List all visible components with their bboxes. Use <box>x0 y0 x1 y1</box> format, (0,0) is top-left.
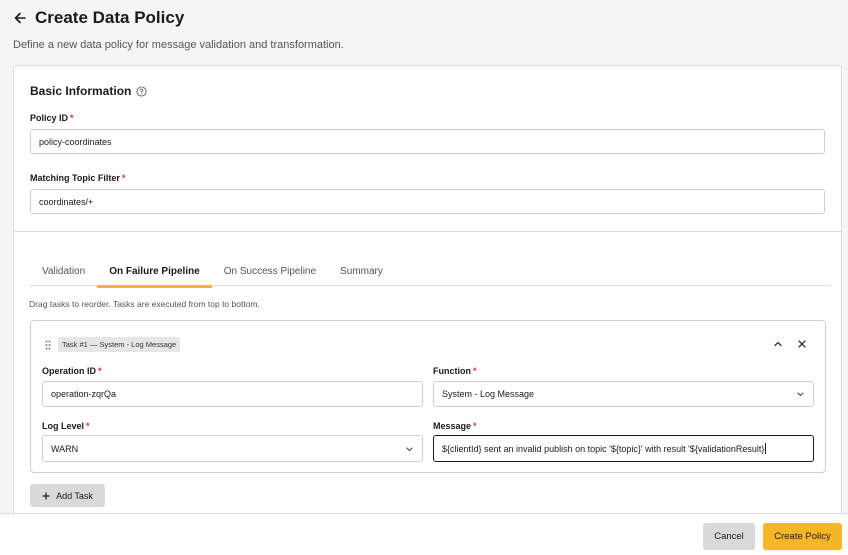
tab-summary[interactable]: Summary <box>328 257 395 286</box>
operation-id-label: Operation ID * <box>42 366 102 376</box>
function-label: Function * <box>433 366 477 376</box>
operation-id-input[interactable]: operation-zqrQa <box>42 381 423 407</box>
topic-filter-label: Matching Topic Filter * <box>30 173 126 183</box>
chevron-up-icon[interactable] <box>771 337 785 351</box>
log-level-label: Log Level * <box>42 421 90 431</box>
page-title: Create Data Policy <box>35 8 185 27</box>
drag-handle-icon[interactable] <box>45 340 51 350</box>
tab-on-success-pipeline[interactable]: On Success Pipeline <box>212 257 328 286</box>
policy-id-label: Policy ID * <box>30 113 74 123</box>
close-icon[interactable] <box>795 337 809 351</box>
function-select[interactable]: System - Log Message <box>433 381 814 407</box>
cancel-button[interactable]: Cancel <box>703 523 755 550</box>
log-level-select[interactable]: WARN <box>42 435 423 462</box>
arrow-left-icon[interactable] <box>13 10 29 26</box>
chevron-down-icon <box>796 390 805 399</box>
help-circle-icon[interactable] <box>136 85 147 97</box>
section-divider <box>14 231 841 232</box>
create-policy-button[interactable]: Create Policy <box>763 523 842 550</box>
plus-icon <box>42 491 50 500</box>
chevron-down-icon <box>405 444 414 453</box>
tab-on-failure-pipeline[interactable]: On Failure Pipeline <box>97 257 212 288</box>
section-title: Basic Information <box>30 84 132 98</box>
task-tag: Task #1 — System - Log Message <box>58 337 181 352</box>
task-card: Task #1 — System - Log Message Operation… <box>30 320 826 473</box>
page-subtitle: Define a new data policy for message val… <box>13 39 344 51</box>
tab-validation[interactable]: Validation <box>30 257 97 286</box>
add-task-label: Add Task <box>56 490 93 501</box>
message-input[interactable]: ${clientId} sent an invalid publish on t… <box>433 435 814 462</box>
reorder-hint: Drag tasks to reorder. Tasks are execute… <box>29 299 260 309</box>
basic-info-header: Basic Information <box>30 84 147 98</box>
policy-id-input[interactable]: policy-coordinates <box>30 129 825 154</box>
topic-filter-input[interactable]: coordinates/+ <box>30 189 825 214</box>
title-row: Create Data Policy <box>13 8 835 28</box>
message-label: Message * <box>433 421 477 431</box>
pipeline-tabs: Validation On Failure Pipeline On Succes… <box>30 257 830 288</box>
footer-bar: Cancel Create Policy <box>0 513 848 555</box>
add-task-button[interactable]: Add Task <box>30 484 105 507</box>
policy-form-card: Basic Information Policy ID * policy-coor… <box>13 65 842 525</box>
page-header: Create Data Policy Define a new data pol… <box>0 0 848 62</box>
